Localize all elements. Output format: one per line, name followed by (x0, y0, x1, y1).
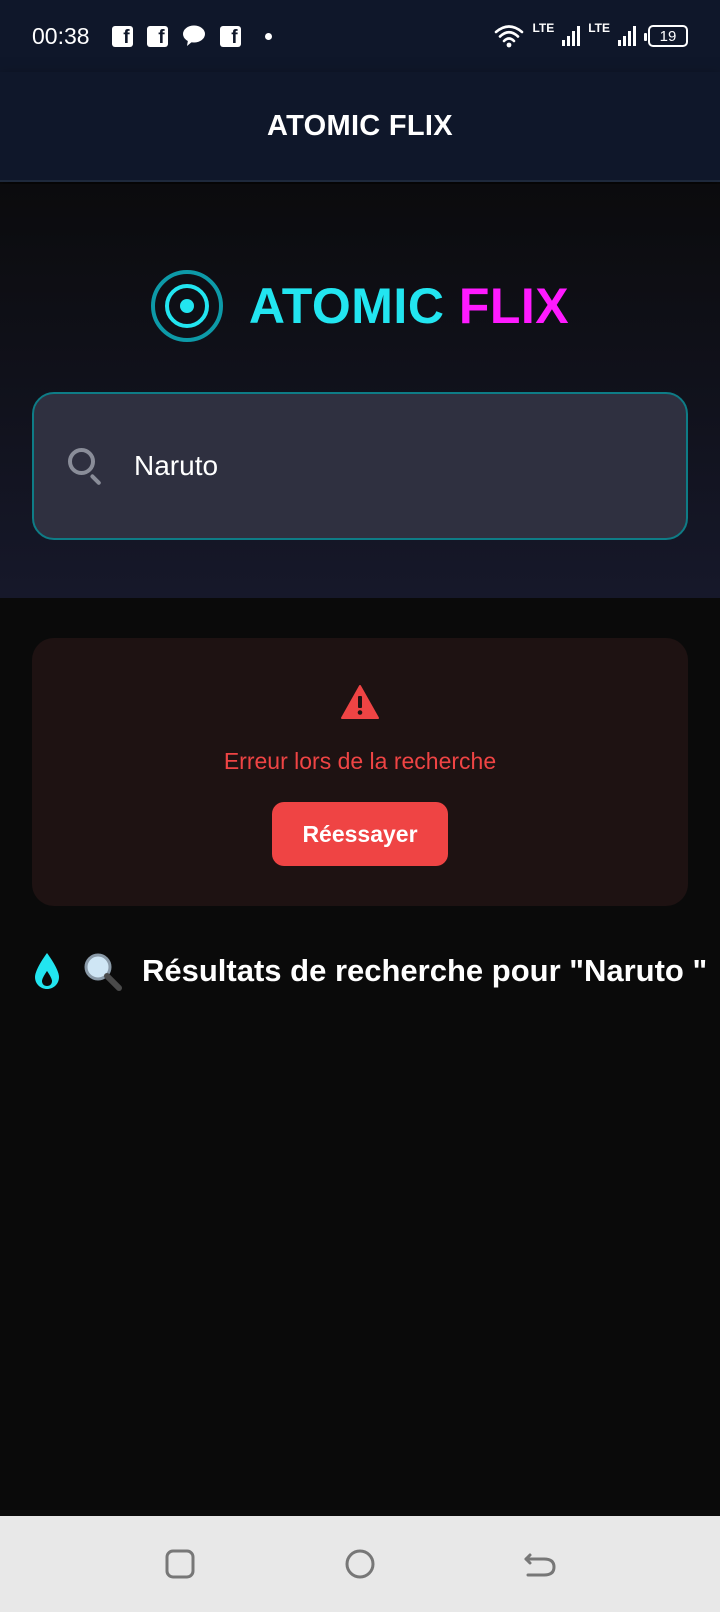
search-input[interactable] (134, 450, 614, 482)
magnifier-icon (84, 953, 122, 991)
more-notifications-icon (264, 32, 272, 40)
facebook-icon (219, 25, 241, 49)
warning-icon (341, 685, 379, 719)
battery-icon: 19 (644, 25, 688, 47)
recent-apps-icon[interactable] (162, 1546, 198, 1582)
status-right: LTE LTE 19 (494, 21, 688, 48)
signal-icon (562, 26, 581, 46)
results-heading: Résultats de recherche pour "Naruto " (32, 946, 720, 996)
lte-label: LTE (532, 21, 555, 35)
error-message: Erreur lors de la recherche (223, 748, 497, 774)
hero-section: ATOMIC FLIX (0, 184, 720, 598)
notification-icons (111, 25, 272, 49)
brand-word-atomic: ATOMIC (248, 278, 445, 334)
search-box[interactable] (32, 392, 688, 540)
app-title: ATOMIC FLIX (267, 109, 453, 142)
system-nav-bar (0, 1516, 720, 1612)
brand: ATOMIC FLIX (0, 266, 720, 346)
lte-label: LTE (588, 21, 610, 35)
facebook-icon (111, 25, 133, 49)
battery-level: 19 (659, 27, 677, 45)
brand-name: ATOMIC FLIX (249, 277, 569, 335)
error-card: Erreur lors de la recherche Réessayer (32, 638, 688, 906)
atomic-logo-icon (150, 270, 223, 342)
app-header: ATOMIC FLIX (0, 72, 720, 182)
droplet-icon (35, 953, 59, 989)
search-icon (68, 448, 104, 486)
results-title: Résultats de recherche pour "Naruto " (142, 953, 708, 988)
status-bar: 00:38 LTE LTE 19 (0, 0, 720, 72)
status-time: 00:38 (32, 22, 90, 49)
wifi-icon (495, 25, 524, 48)
brand-word-flix: FLIX (458, 278, 570, 334)
retry-button[interactable]: Réessayer (272, 802, 448, 866)
home-icon[interactable] (342, 1546, 378, 1582)
facebook-icon (146, 25, 168, 49)
back-icon[interactable] (522, 1546, 558, 1582)
signal-icon (618, 26, 636, 46)
messenger-icon (182, 25, 205, 46)
